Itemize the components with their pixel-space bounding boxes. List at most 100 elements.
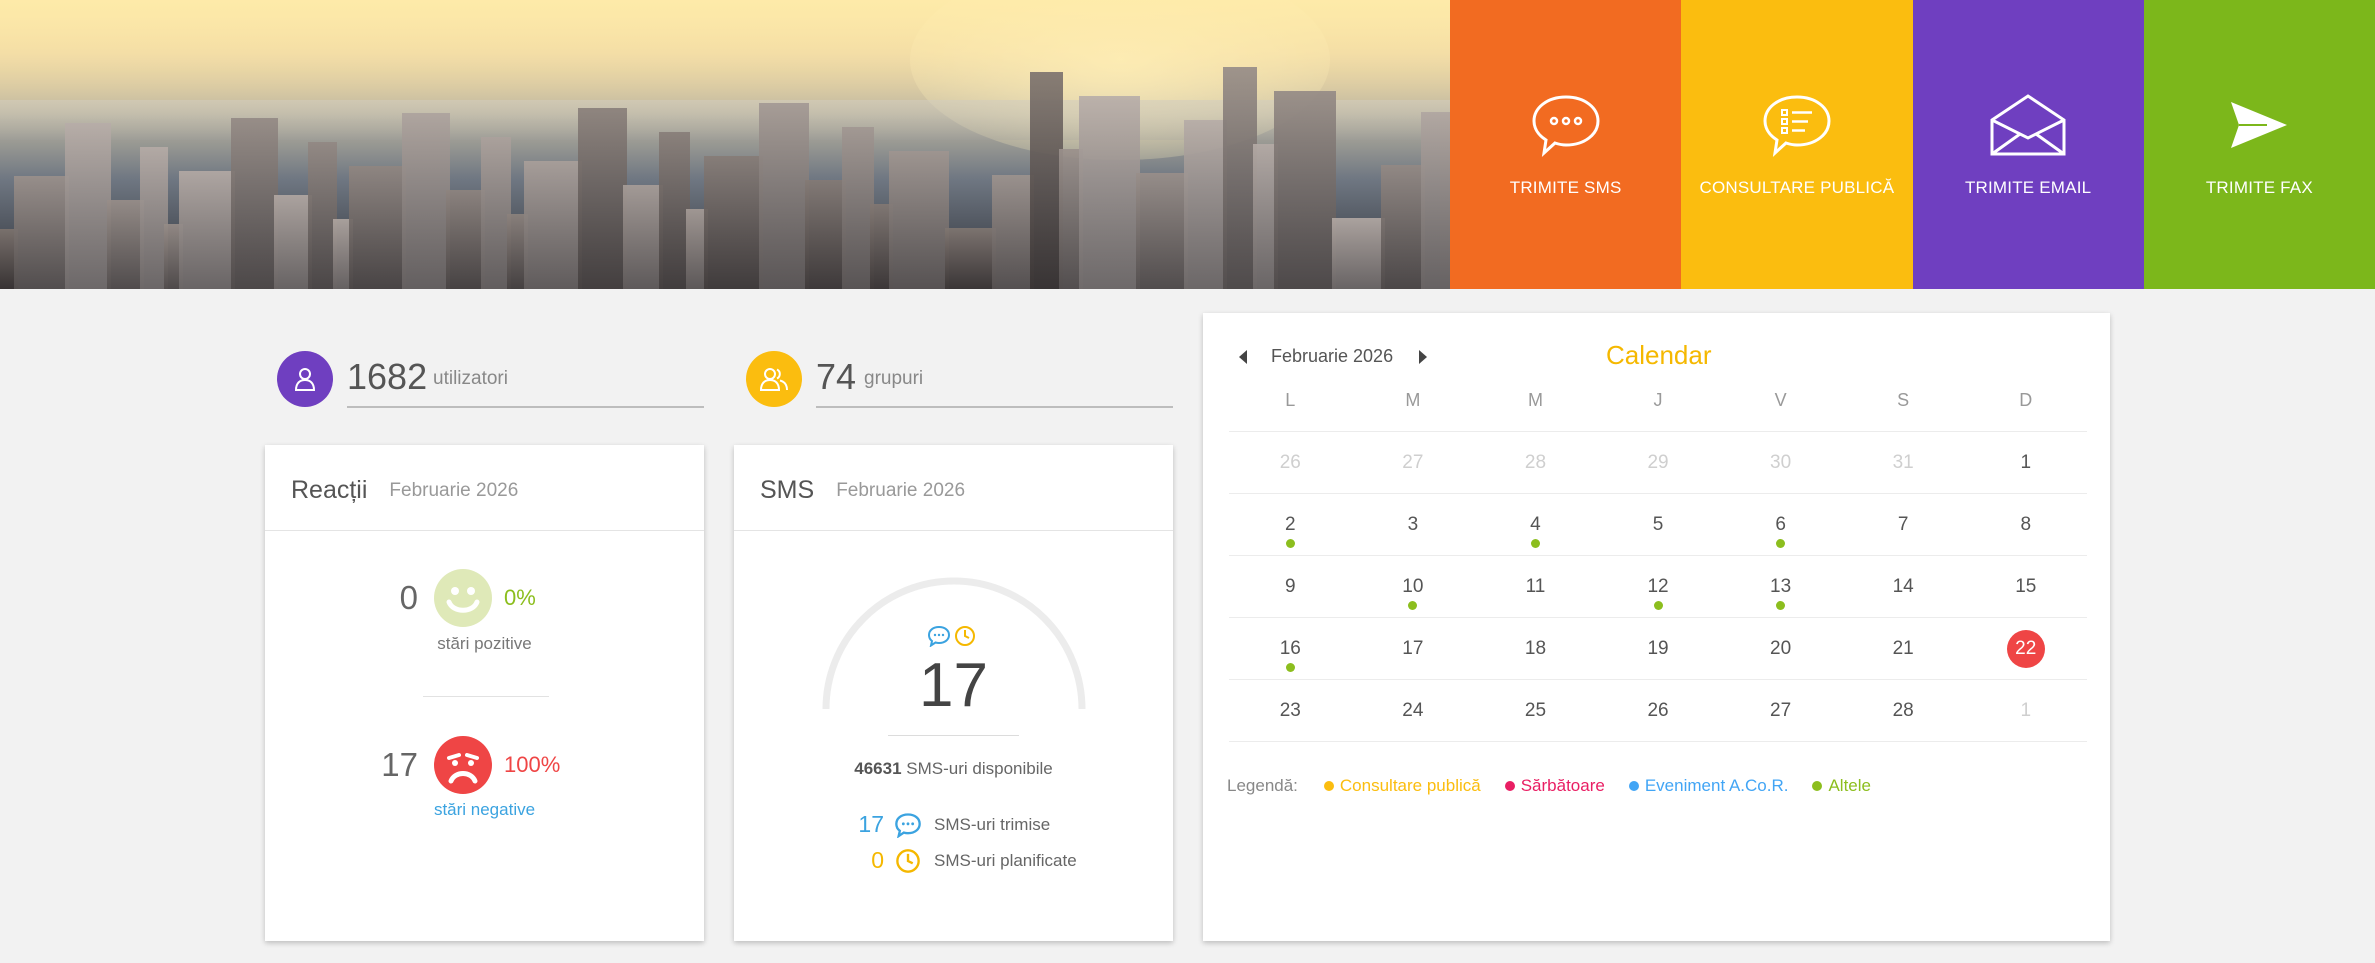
calendar-legend: Legendă: Consultare publică Sărbătoare Eve… xyxy=(1227,776,1895,796)
day-number: 9 xyxy=(1285,575,1296,597)
calendar-day[interactable]: 16 xyxy=(1229,618,1352,679)
sms-period: Februarie 2026 xyxy=(836,479,966,501)
day-number: 4 xyxy=(1530,513,1541,535)
event-dot xyxy=(1776,601,1786,610)
send-email-tile[interactable]: TRIMITE EMAIL xyxy=(1912,0,2144,289)
groups-label: grupuri xyxy=(864,368,924,389)
calendar-day[interactable]: 11 xyxy=(1474,556,1597,617)
smile-face-icon xyxy=(434,569,492,627)
calendar-day[interactable]: 1 xyxy=(1964,680,2087,741)
legend-item: Eveniment A.Co.R. xyxy=(1628,776,1788,796)
sms-scheduled-label: SMS-uri planificate xyxy=(934,850,1077,870)
day-number: 15 xyxy=(2015,575,2037,597)
calendar-day[interactable]: 1 xyxy=(1964,432,2087,493)
day-number: 17 xyxy=(1402,637,1424,659)
calendar-day[interactable]: 3 xyxy=(1352,494,1475,555)
weekday-header: M xyxy=(1405,390,1421,410)
calendar-week-row: 2 3 4 5 6 7 8 xyxy=(1229,494,2087,556)
public-consultation-tile[interactable]: CONSULTARE PUBLICĂ xyxy=(1681,0,1913,289)
calendar-day[interactable]: 9 xyxy=(1229,556,1352,617)
negative-caption[interactable]: stări negative xyxy=(265,800,704,820)
sms-bubble-icon xyxy=(1526,92,1606,158)
day-number: 1 xyxy=(2020,451,2032,473)
calendar-day[interactable]: 28 xyxy=(1474,432,1597,493)
list-bubble-icon xyxy=(1757,92,1837,158)
calendar-title: Calendar xyxy=(1606,340,1712,370)
calendar-day[interactable]: 28 xyxy=(1842,680,1965,741)
day-number: 2 xyxy=(1285,513,1296,535)
day-number: 20 xyxy=(1770,637,1792,659)
users-stat[interactable]: 1682 utilizatori xyxy=(277,350,704,410)
header-city-image xyxy=(0,0,1450,289)
calendar-day[interactable]: 12 xyxy=(1597,556,1720,617)
day-number: 26 xyxy=(1647,699,1669,721)
positive-caption: stări pozitive xyxy=(437,634,532,653)
send-sms-tile[interactable]: TRIMITE SMS xyxy=(1450,0,1682,289)
sms-available-label: SMS-uri disponibile xyxy=(906,759,1053,778)
weekday-header: V xyxy=(1774,390,1787,410)
calendar-day[interactable]: 26 xyxy=(1229,432,1352,493)
sms-sent-count: 17 xyxy=(858,811,884,837)
calendar-day[interactable]: 30 xyxy=(1719,432,1842,493)
calendar-day[interactable]: 23 xyxy=(1229,680,1352,741)
day-number: 19 xyxy=(1647,637,1669,659)
calendar-day[interactable]: 31 xyxy=(1842,432,1965,493)
day-number: 26 xyxy=(1279,451,1301,473)
sms-title: SMS xyxy=(760,476,815,504)
calendar-day[interactable]: 27 xyxy=(1352,432,1475,493)
day-number: 24 xyxy=(1402,699,1424,721)
send-fax-label: TRIMITE FAX xyxy=(2205,178,2313,197)
calendar-day[interactable]: 2 xyxy=(1229,494,1352,555)
send-email-label: TRIMITE EMAIL xyxy=(1964,178,2092,197)
legend-item: Sărbătoare xyxy=(1504,776,1605,796)
calendar-day[interactable]: 8 xyxy=(1964,494,2087,555)
calendar-day[interactable]: 7 xyxy=(1842,494,1965,555)
day-number: 7 xyxy=(1897,513,1909,535)
calendar-day-today[interactable]: 22 xyxy=(1964,618,2087,679)
legend-label: Altele xyxy=(1828,776,1871,795)
calendar-day[interactable]: 24 xyxy=(1352,680,1475,741)
day-number: 14 xyxy=(1892,575,1914,597)
legend-label: Consultare publică xyxy=(1339,776,1481,795)
calendar-day[interactable]: 6 xyxy=(1719,494,1842,555)
sms-status-icons xyxy=(927,625,976,647)
sms-available-count: 46631 xyxy=(854,759,902,778)
negative-percent: 100% xyxy=(504,752,561,777)
calendar-day[interactable]: 20 xyxy=(1719,618,1842,679)
next-month-icon[interactable] xyxy=(1419,349,1428,364)
envelope-icon xyxy=(1988,92,2068,158)
positive-percent: 0% xyxy=(504,585,536,610)
calendar-day[interactable]: 17 xyxy=(1352,618,1475,679)
calendar-day[interactable]: 18 xyxy=(1474,618,1597,679)
calendar-day[interactable]: 4 xyxy=(1474,494,1597,555)
legend-dot xyxy=(1323,781,1334,791)
event-dot xyxy=(1653,601,1663,610)
event-dot xyxy=(1776,539,1786,548)
day-number: 6 xyxy=(1775,513,1786,535)
day-number: 25 xyxy=(1524,699,1547,721)
public-consultation-label: CONSULTARE PUBLICĂ xyxy=(1699,178,1895,197)
groups-stat[interactable]: 74 grupuri xyxy=(746,350,1173,410)
day-number: 30 xyxy=(1770,451,1792,473)
weekday-header: S xyxy=(1897,390,1910,410)
calendar-day[interactable]: 10 xyxy=(1352,556,1475,617)
calendar-day[interactable]: 19 xyxy=(1597,618,1720,679)
day-number: 12 xyxy=(1647,575,1669,597)
users-label: utilizatori xyxy=(433,368,508,389)
calendar-day[interactable]: 29 xyxy=(1597,432,1720,493)
calendar-day[interactable]: 21 xyxy=(1842,618,1965,679)
calendar-day[interactable]: 26 xyxy=(1597,680,1720,741)
calendar-day[interactable]: 14 xyxy=(1842,556,1965,617)
sms-gauge-value: 17 xyxy=(919,651,988,720)
calendar-day[interactable]: 15 xyxy=(1964,556,2087,617)
send-fax-tile[interactable]: TRIMITE FAX xyxy=(2143,0,2375,289)
groups-count: 74 xyxy=(816,356,857,397)
prev-month-icon[interactable] xyxy=(1239,349,1247,364)
day-number: 27 xyxy=(1770,699,1792,721)
calendar-day[interactable]: 25 xyxy=(1474,680,1597,741)
calendar-day[interactable]: 13 xyxy=(1719,556,1842,617)
sms-card: SMS Februarie 2026 17 46631 SMS-uri disp… xyxy=(734,445,1173,941)
calendar-day[interactable]: 27 xyxy=(1719,680,1842,741)
calendar-day[interactable]: 5 xyxy=(1597,494,1720,555)
negative-count: 17 xyxy=(381,746,418,783)
